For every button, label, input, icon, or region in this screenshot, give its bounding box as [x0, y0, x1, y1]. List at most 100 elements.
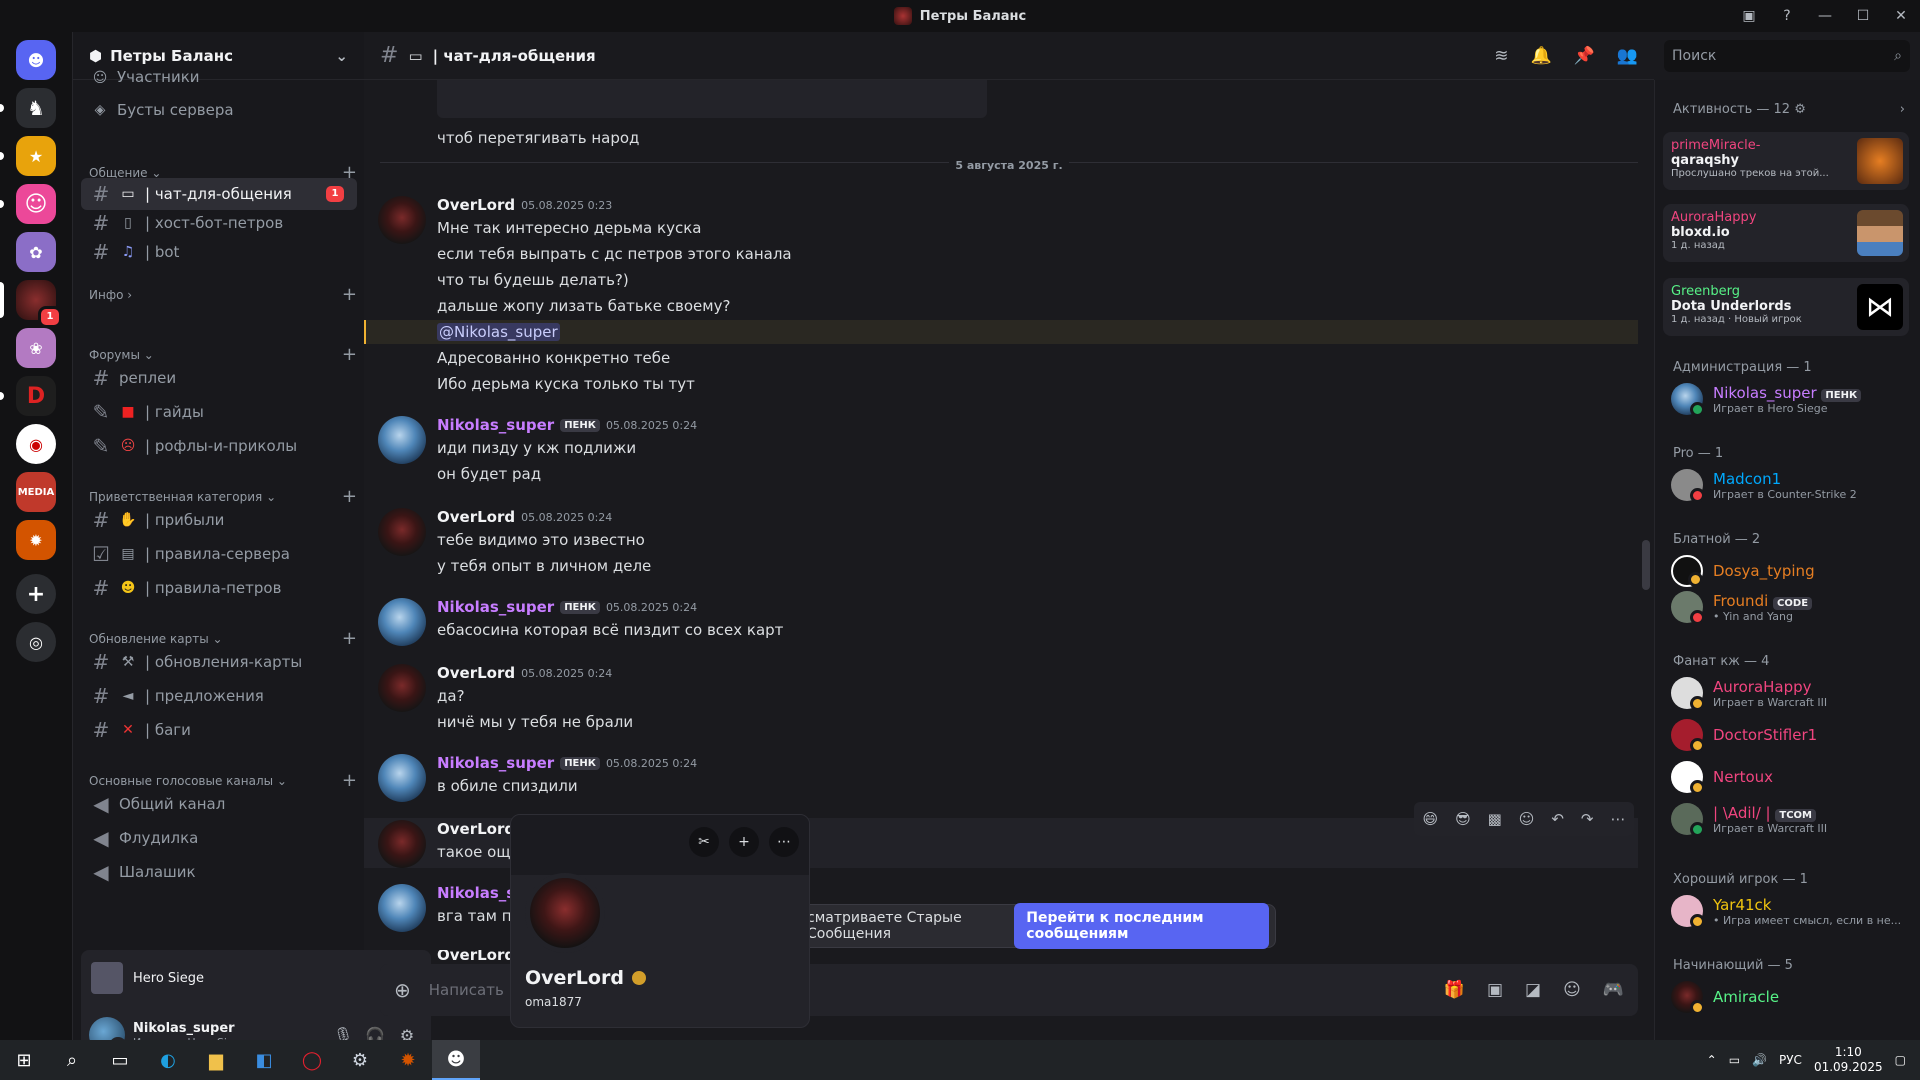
add-reaction-icon[interactable]: ☺: [1519, 810, 1535, 828]
maximize-button[interactable]: ☐: [1844, 8, 1882, 24]
channel-chat[interactable]: # ▭ | чат-для-общения 1: [81, 178, 357, 210]
scrollbar[interactable]: [1642, 540, 1650, 590]
channel-memes[interactable]: ✎ ☹ | рофлы-и-приколы: [81, 430, 357, 462]
member-item[interactable]: Nertoux: [1671, 756, 1911, 798]
server-icon-9[interactable]: MEDIA: [16, 472, 56, 512]
discover-icon[interactable]: ◎: [16, 622, 56, 662]
sticker-icon[interactable]: ◪: [1525, 980, 1541, 1000]
server-boosts-link[interactable]: ◈ Бусты сервера: [81, 94, 357, 126]
add-friend-icon[interactable]: +: [729, 827, 759, 857]
tray-chevron-icon[interactable]: ⌃: [1707, 1053, 1717, 1067]
language-indicator[interactable]: РУС: [1779, 1053, 1802, 1067]
avatar[interactable]: [378, 196, 426, 244]
reaction-emoji-icon[interactable]: 😄: [1422, 810, 1438, 828]
gamepad-icon[interactable]: 🎮: [1603, 980, 1624, 1000]
member-list-icon[interactable]: 👥: [1617, 46, 1638, 66]
avatar[interactable]: [378, 754, 426, 802]
channel-bot[interactable]: # ♫ | bot: [81, 236, 357, 268]
message-author[interactable]: OverLord 05.08.2025 0:24: [437, 508, 612, 526]
clock[interactable]: 1:10 01.09.2025: [1814, 1045, 1883, 1075]
server-icon-1[interactable]: ♞: [16, 88, 56, 128]
opera-icon[interactable]: ◯: [288, 1040, 336, 1080]
block-icon[interactable]: ✂: [689, 827, 719, 857]
message-author[interactable]: OverLord 05.08.2025 0:23: [437, 196, 612, 214]
task-view-icon[interactable]: ▭: [96, 1040, 144, 1080]
message-author[interactable]: OverLord 05.08.2025 0:24: [437, 664, 612, 682]
emoji-icon[interactable]: ☺: [1563, 980, 1581, 1000]
member-item[interactable]: Madcon1 Играет в Counter-Strike 2: [1671, 464, 1911, 506]
search-icon[interactable]: ⌕: [48, 1040, 96, 1080]
more-icon[interactable]: ⋯: [1610, 810, 1625, 828]
user-mention[interactable]: @Nikolas_super: [437, 323, 560, 341]
voice-channel-general[interactable]: ◀ Общий канал: [81, 788, 357, 820]
network-icon[interactable]: ▭: [1729, 1053, 1740, 1067]
channel-bugs[interactable]: # ✕ | баги: [81, 714, 357, 746]
reaction-emoji-icon[interactable]: 😎: [1455, 810, 1471, 828]
server-icon-7[interactable]: D: [16, 376, 56, 416]
activity-card[interactable]: Greenberg Dota Underlords 1 д. назад · Н…: [1663, 278, 1909, 336]
member-item[interactable]: Froundi CODE • Yin and Yang: [1671, 586, 1911, 628]
channel-rules-petrov[interactable]: # ☻ | правила-петров: [81, 572, 357, 604]
reaction-emoji-icon[interactable]: ▩: [1488, 810, 1502, 828]
search-input[interactable]: Поиск ⌕: [1664, 40, 1910, 72]
help-icon[interactable]: ?: [1768, 8, 1806, 24]
server-icon-2[interactable]: ★: [16, 136, 56, 176]
windows-start-icon[interactable]: ⊞: [0, 1040, 48, 1080]
message-author[interactable]: Nikolas_super ПЕНК 05.08.2025 0:24: [437, 416, 697, 434]
store-icon[interactable]: ◧: [240, 1040, 288, 1080]
gif-icon[interactable]: ▣: [1487, 980, 1503, 1000]
channel-rules-server[interactable]: ☑ ▤ | правила-сервера: [81, 538, 357, 570]
forward-icon[interactable]: ↷: [1581, 810, 1594, 828]
server-icon-10[interactable]: ✹: [16, 520, 56, 560]
category-info[interactable]: Инфо › +: [89, 284, 357, 305]
channel-guides[interactable]: ✎ ■ | гайды: [81, 396, 357, 428]
close-button[interactable]: ✕: [1882, 8, 1920, 24]
message-author[interactable]: Nikolas_super ПЕНК 05.08.2025 0:24: [437, 598, 697, 616]
message-author[interactable]: OverLord: [437, 950, 515, 960]
edge-icon[interactable]: ◐: [144, 1040, 192, 1080]
add-server-icon[interactable]: +: [16, 574, 56, 614]
voice-channel-flood[interactable]: ◀ Флудилка: [81, 822, 357, 854]
volume-icon[interactable]: 🔊: [1752, 1053, 1767, 1067]
steam-icon[interactable]: ⚙: [336, 1040, 384, 1080]
avatar[interactable]: [525, 873, 605, 953]
notification-icon[interactable]: ▢: [1895, 1053, 1906, 1067]
message-author[interactable]: Nikolas_super ПЕНК 05.08.2025 0:24: [437, 754, 697, 772]
threads-icon[interactable]: ≋: [1494, 46, 1508, 66]
jump-to-present-button[interactable]: Перейти к последним сообщениям: [1014, 903, 1269, 949]
member-item[interactable]: | \Adil/ | TCOM Играет в Warcraft III: [1671, 798, 1911, 840]
server-icon-8[interactable]: ◉: [16, 424, 56, 464]
minimize-button[interactable]: —: [1806, 8, 1844, 24]
channel-suggestions[interactable]: # ◄ | предложения: [81, 680, 357, 712]
game-app-icon[interactable]: ✹: [384, 1040, 432, 1080]
inbox-icon[interactable]: ▣: [1730, 8, 1768, 24]
server-icon-6[interactable]: ❀: [16, 328, 56, 368]
members-link[interactable]: ☺ Участники: [81, 68, 357, 86]
file-explorer-icon[interactable]: ▆: [192, 1040, 240, 1080]
member-item[interactable]: Yar41ck • Игра имеет смысл, если в не...: [1671, 890, 1911, 932]
server-icon-4[interactable]: ✿: [16, 232, 56, 272]
discord-home-icon[interactable]: ☻: [16, 40, 56, 80]
voice-channel-shalash[interactable]: ◀ Шалашик: [81, 856, 357, 888]
avatar[interactable]: [378, 664, 426, 712]
message-author[interactable]: OverLord: [437, 820, 515, 838]
channel-arrived[interactable]: # ✋ | прибыли: [81, 504, 357, 536]
channel-host-bot[interactable]: # ▯ | хост-бот-петров: [81, 207, 357, 239]
bell-icon[interactable]: 🔔: [1530, 46, 1551, 66]
channel-map-updates[interactable]: # ⚒ | обновления-карты: [81, 646, 357, 678]
server-icon-3[interactable]: ☺: [16, 184, 56, 224]
discord-taskbar-icon[interactable]: ☻: [432, 1040, 480, 1080]
avatar[interactable]: [378, 598, 426, 646]
activity-card[interactable]: primeMiracle- qaraqshy Прослушано треков…: [1663, 132, 1909, 190]
more-icon[interactable]: ⋯: [769, 827, 799, 857]
reply-icon[interactable]: ↶: [1551, 810, 1564, 828]
pin-icon[interactable]: 📌: [1574, 46, 1595, 66]
gift-icon[interactable]: 🎁: [1444, 980, 1465, 1000]
avatar[interactable]: [378, 508, 426, 556]
member-item[interactable]: Amiracle: [1671, 976, 1911, 1018]
avatar[interactable]: [378, 884, 426, 932]
chevron-right-icon[interactable]: ›: [1900, 102, 1905, 117]
member-item[interactable]: Nikolas_super ПЕНК Играет в Hero Siege: [1671, 378, 1911, 420]
activity-card[interactable]: AuroraHappy bloxd.io 1 д. назад: [1663, 204, 1909, 262]
member-item[interactable]: DoctorStifler1: [1671, 714, 1911, 756]
